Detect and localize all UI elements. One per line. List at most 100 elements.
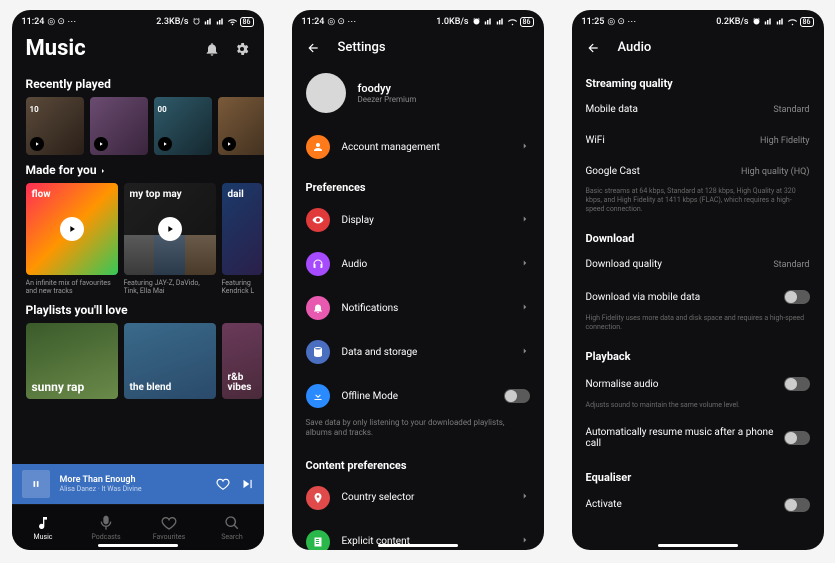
row-download-mobile[interactable]: Download via mobile data xyxy=(572,280,824,314)
play-icon[interactable] xyxy=(222,137,236,151)
back-icon[interactable] xyxy=(306,41,320,55)
play-icon[interactable] xyxy=(60,217,84,241)
setting-display[interactable]: Display xyxy=(292,198,544,242)
status-time: 11:24 xyxy=(22,17,45,27)
playlist-item[interactable]: sunny rap xyxy=(26,323,118,399)
group-preferences: Preferences xyxy=(292,169,544,198)
play-icon[interactable] xyxy=(158,217,182,241)
playlist-item[interactable]: the blend xyxy=(124,323,216,399)
page-title: Music xyxy=(26,36,86,61)
mfy-item-top[interactable]: my top may Featuring JAY-Z, DaVido, Tink… xyxy=(124,183,216,295)
now-playing-bar[interactable]: More Than Enough Alisa Danez · It Was Di… xyxy=(12,464,264,504)
signal-icon xyxy=(764,17,773,26)
status-icons: ◎ ⊙ ⋯ xyxy=(47,17,76,27)
gear-icon[interactable] xyxy=(234,41,250,57)
profile-row[interactable]: foodyy Deezer Premium xyxy=(292,65,544,125)
chevron-right-icon xyxy=(520,491,530,504)
status-bar: 11:25 ◎ ⊙ ⋯ 0.2KB/s 86 xyxy=(572,10,824,30)
row-normalise[interactable]: Normalise audio xyxy=(572,367,824,401)
home-indicator[interactable] xyxy=(658,544,738,547)
wifi-icon xyxy=(508,17,517,26)
next-icon[interactable] xyxy=(240,477,254,491)
status-bar: 11:24 ◎ ⊙ ⋯ 1.0KB/s 86 xyxy=(292,10,544,30)
alarm-icon xyxy=(472,17,481,26)
recent-item[interactable]: 10 xyxy=(26,97,84,155)
status-net: 2.3KB/s xyxy=(156,17,188,27)
section-made-for-you[interactable]: Made for you xyxy=(12,155,264,183)
row-wifi[interactable]: WiFi High Fidelity xyxy=(572,125,824,156)
location-icon xyxy=(306,486,330,510)
avatar xyxy=(306,73,346,113)
setting-account[interactable]: Account management xyxy=(292,125,544,169)
row-mobile-data[interactable]: Mobile data Standard xyxy=(572,94,824,125)
recently-strip[interactable]: 10 00 xyxy=(12,97,264,155)
recent-item[interactable] xyxy=(90,97,148,155)
setting-country[interactable]: Country selector xyxy=(292,476,544,520)
row-google-cast[interactable]: Google Cast High quality (HQ) xyxy=(572,156,824,187)
toggle-dl-mobile[interactable] xyxy=(784,290,810,304)
row-download-quality[interactable]: Download quality Standard xyxy=(572,249,824,280)
download-icon xyxy=(306,384,330,408)
chevron-right-icon xyxy=(520,141,530,154)
setting-offline[interactable]: Offline Mode xyxy=(292,374,544,418)
tab-music[interactable]: Music xyxy=(12,505,75,550)
np-artist: Alisa Danez · It Was Divine xyxy=(60,485,206,493)
setting-audio[interactable]: Audio xyxy=(292,242,544,286)
signal2-icon xyxy=(776,17,785,26)
status-bar: 11:24 ◎ ⊙ ⋯ 2.3KB/s 86 xyxy=(12,10,264,30)
pause-icon[interactable] xyxy=(22,470,50,498)
setting-notifications[interactable]: Notifications xyxy=(292,286,544,330)
battery-icon: 86 xyxy=(240,17,254,27)
setting-data-storage[interactable]: Data and storage xyxy=(292,330,544,374)
home-indicator[interactable] xyxy=(378,544,458,547)
heart-icon[interactable] xyxy=(216,477,230,491)
status-net: 0.2KB/s xyxy=(716,17,748,27)
wifi-icon xyxy=(788,17,797,26)
phone-settings: 11:24 ◎ ⊙ ⋯ 1.0KB/s 86 Settings foodyy D… xyxy=(292,10,544,550)
play-icon[interactable] xyxy=(94,137,108,151)
bell-icon[interactable] xyxy=(204,41,220,57)
row-activate-eq[interactable]: Activate xyxy=(572,488,824,522)
signal2-icon xyxy=(496,17,505,26)
back-icon[interactable] xyxy=(586,41,600,55)
signal2-icon xyxy=(216,17,225,26)
status-time: 11:24 xyxy=(302,17,325,27)
toggle-auto-resume[interactable] xyxy=(784,431,809,445)
phone-music: 11:24 ◎ ⊙ ⋯ 2.3KB/s 86 Music Recently pl… xyxy=(12,10,264,550)
offline-hint: Save data by only listening to your down… xyxy=(292,418,544,447)
mfy-item-flow[interactable]: flow An infinite mix of favourites and n… xyxy=(26,183,118,295)
play-icon[interactable] xyxy=(158,137,172,151)
group-playback: Playback xyxy=(572,338,824,367)
playlists-strip[interactable]: sunny rap the blend r&b vibes xyxy=(12,323,264,399)
headphones-icon xyxy=(306,252,330,276)
status-icons: ◎ ⊙ ⋯ xyxy=(327,17,356,27)
recent-item[interactable]: 00 xyxy=(154,97,212,155)
toggle-equaliser[interactable] xyxy=(784,498,810,512)
mfy-strip[interactable]: flow An infinite mix of favourites and n… xyxy=(12,183,264,295)
tab-search[interactable]: Search xyxy=(201,505,264,550)
group-download: Download xyxy=(572,220,824,249)
status-icons: ◎ ⊙ ⋯ xyxy=(607,17,636,27)
home-indicator[interactable] xyxy=(98,544,178,547)
signal-icon xyxy=(204,17,213,26)
playlist-item[interactable]: r&b vibes xyxy=(222,323,262,399)
chevron-right-icon xyxy=(520,535,530,548)
battery-icon: 86 xyxy=(520,17,534,27)
bell-icon xyxy=(306,296,330,320)
mfy-item-daily[interactable]: dail Featuring Kendrick L xyxy=(222,183,262,295)
explicit-icon xyxy=(306,530,330,550)
recent-item[interactable] xyxy=(218,97,264,155)
play-icon[interactable] xyxy=(30,137,44,151)
normalise-hint: Adjusts sound to maintain the same volum… xyxy=(572,401,824,416)
profile-plan: Deezer Premium xyxy=(358,95,417,104)
page-title: Settings xyxy=(338,40,386,55)
signal-icon xyxy=(484,17,493,26)
toggle-normalise[interactable] xyxy=(784,377,810,391)
toggle-offline[interactable] xyxy=(504,389,530,403)
streaming-hint: Basic streams at 64 kbps, Standard at 12… xyxy=(572,187,824,220)
chevron-right-icon xyxy=(520,302,530,315)
group-streaming: Streaming quality xyxy=(572,65,824,94)
battery-icon: 86 xyxy=(800,17,814,27)
row-auto-resume[interactable]: Automatically resume music after a phone… xyxy=(572,417,824,459)
chevron-right-icon xyxy=(520,214,530,227)
